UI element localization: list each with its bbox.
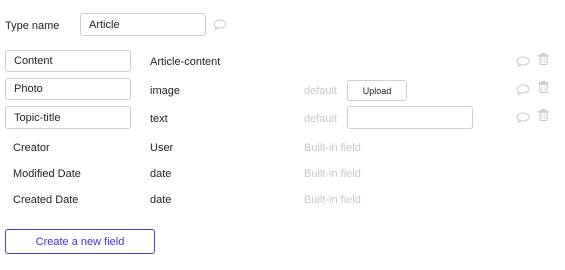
field-type: date	[150, 194, 172, 206]
field-type: Article-content	[150, 56, 221, 68]
builtin-field-label: Built-in field	[304, 194, 361, 206]
type-name-input[interactable]: Article	[80, 13, 206, 36]
field-type: User	[150, 142, 174, 154]
builtin-field-name: Creator	[13, 142, 50, 154]
default-label: default	[304, 113, 338, 125]
field-type: text	[150, 113, 168, 125]
field-name-input[interactable]: Topic-title	[5, 106, 131, 129]
comment-bubble-icon[interactable]	[213, 19, 227, 30]
upload-button[interactable]: Upload	[347, 80, 407, 101]
create-new-field-button[interactable]: Create a new field	[5, 229, 155, 254]
field-type: image	[150, 85, 180, 97]
trash-icon[interactable]	[538, 81, 549, 93]
comment-bubble-icon[interactable]	[516, 56, 530, 67]
builtin-field-name: Created Date	[13, 194, 79, 206]
builtin-field-name: Modified Date	[13, 168, 81, 180]
trash-icon[interactable]	[538, 53, 549, 65]
trash-icon[interactable]	[538, 109, 549, 121]
builtin-field-label: Built-in field	[304, 142, 361, 154]
type-name-label: Type name	[5, 20, 60, 32]
field-name-input[interactable]: Photo	[5, 78, 131, 100]
field-type: date	[150, 168, 172, 180]
comment-bubble-icon[interactable]	[516, 112, 530, 123]
default-value-input[interactable]	[347, 106, 473, 129]
builtin-field-label: Built-in field	[304, 168, 361, 180]
default-label: default	[304, 85, 338, 97]
field-name-input[interactable]: Content	[5, 50, 131, 72]
comment-bubble-icon[interactable]	[516, 84, 530, 95]
